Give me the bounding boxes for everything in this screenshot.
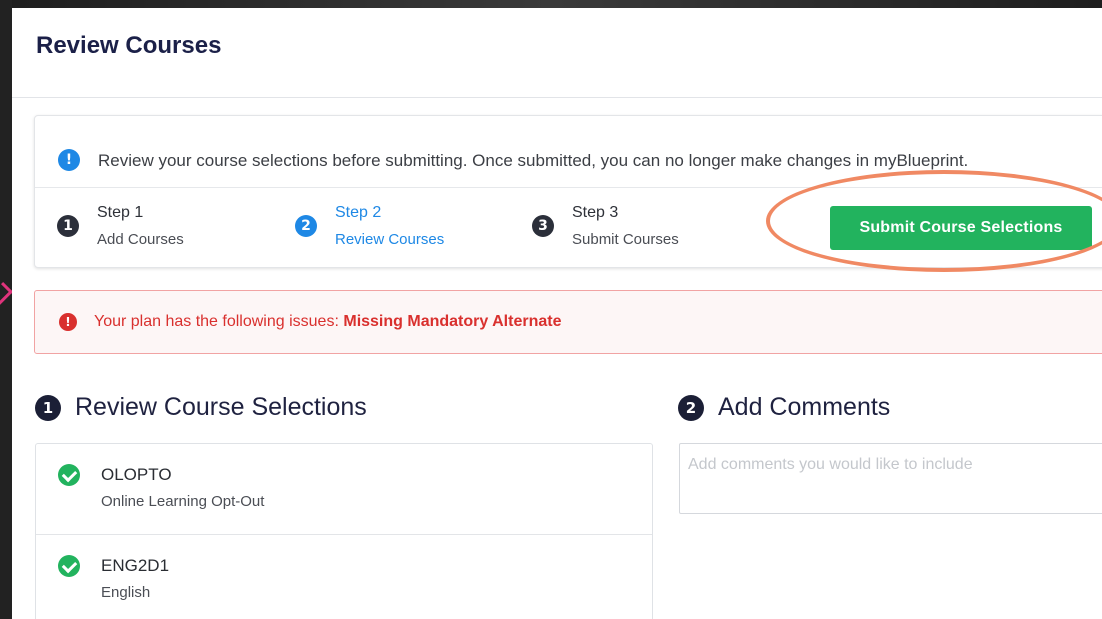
exclamation-icon: !: [59, 313, 77, 331]
section-2-number-icon: 2: [678, 394, 704, 421]
issue-item: Missing Mandatory Alternate: [343, 313, 562, 330]
background-left: [0, 0, 12, 619]
step-2-number-icon: 2: [295, 215, 317, 237]
issues-alert: ! Your plan has the following issues: Mi…: [34, 290, 1102, 354]
comments-section-title: Add Comments: [718, 393, 891, 421]
course-code: ENG2D1: [101, 556, 170, 575]
list-item: OLOPTO Online Learning Opt-Out: [36, 444, 652, 535]
step-2-subtitle: Review Courses: [335, 231, 445, 248]
course-list: OLOPTO Online Learning Opt-Out ENG2D1 En…: [35, 443, 653, 619]
course-name: English: [101, 584, 151, 601]
course-code: OLOPTO: [101, 465, 172, 484]
step-1-subtitle: Add Courses: [97, 231, 184, 248]
list-item: ENG2D1 English: [36, 535, 652, 619]
background-top: [0, 0, 1102, 8]
checkmark-icon: [58, 464, 80, 486]
step-1-number-icon: 1: [57, 215, 79, 237]
course-name: Online Learning Opt-Out: [101, 493, 265, 510]
step-3-subtitle: Submit Courses: [572, 231, 679, 248]
highlight-annotation-ellipse: [766, 170, 1102, 272]
issues-message: Your plan has the following issues: Miss…: [94, 313, 561, 331]
main-panel: Review Courses ! Review your course sele…: [12, 8, 1102, 619]
review-section-title: Review Course Selections: [75, 393, 367, 421]
section-1-number-icon: 1: [35, 394, 61, 421]
info-icon: !: [58, 149, 80, 171]
step-3-number-icon: 3: [532, 215, 554, 237]
step-3-title: Step 3: [572, 204, 619, 221]
comments-textarea[interactable]: [679, 443, 1102, 514]
step-2-title: Step 2: [335, 204, 382, 221]
comments-section-heading: 2 Add Comments: [678, 393, 890, 422]
checkmark-icon: [58, 555, 80, 577]
page-header: Review Courses: [12, 8, 1102, 98]
review-section-heading: 1 Review Course Selections: [35, 393, 367, 422]
page-title: Review Courses: [36, 32, 222, 59]
info-message: Review your course selections before sub…: [98, 151, 969, 170]
issues-prefix: Your plan has the following issues:: [94, 313, 339, 330]
step-1-title: Step 1: [97, 204, 144, 221]
